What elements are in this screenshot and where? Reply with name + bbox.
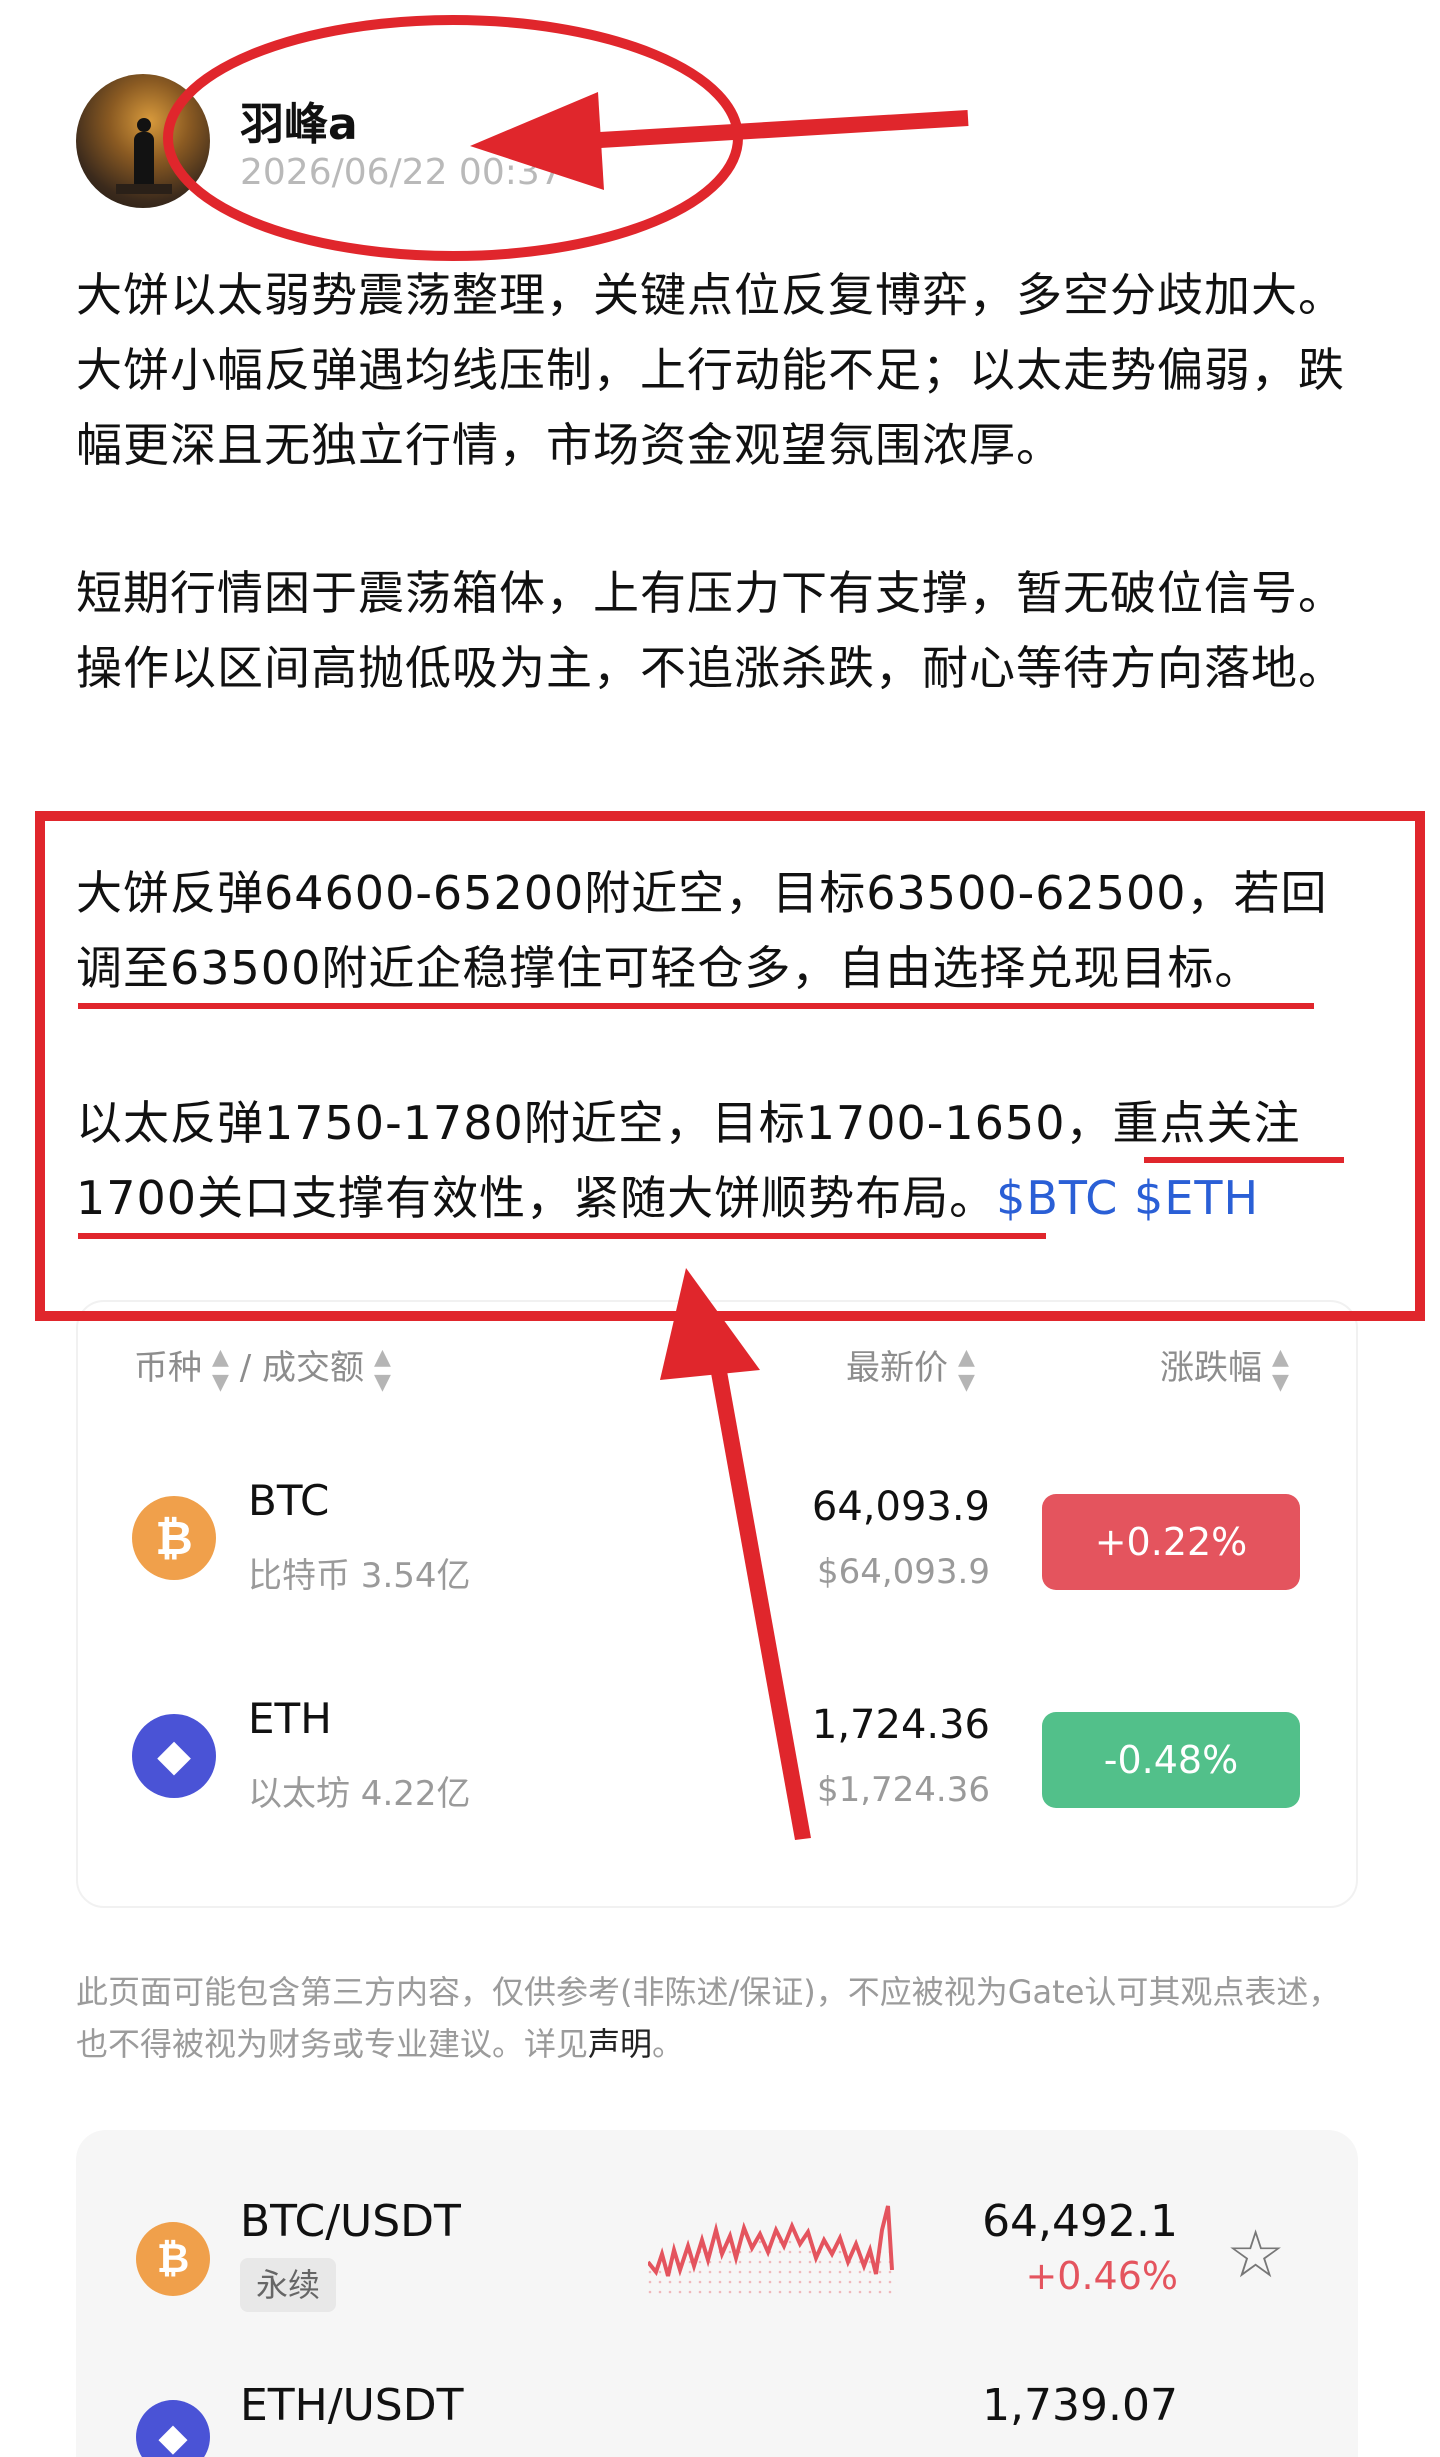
row-symbol: ETH xyxy=(248,1694,332,1743)
avatar[interactable] xyxy=(76,74,210,208)
ticker-price: 1,739.07 xyxy=(982,2380,1178,2431)
post-timestamp: 2026/06/22 00:37 xyxy=(240,152,563,193)
disclaimer-end: 。 xyxy=(652,2025,685,2063)
avatar-figure xyxy=(134,118,154,188)
ticker-pair[interactable]: ETH/USDT xyxy=(240,2380,463,2431)
post-paragraph-1: 大饼以太弱势震荡整理，关键点位反复博弈，多空分歧加大。大饼小幅反弹遇均线压制，上… xyxy=(76,268,1345,472)
disclaimer-text: 此页面可能包含第三方内容，仅供参考(非陈述/保证)，不应被视为Gate认可其观点… xyxy=(76,1973,1341,2063)
eth-icon: ◆ xyxy=(132,1714,216,1798)
perpetual-badge: 永续 xyxy=(240,2258,336,2312)
coin-tags-link[interactable]: $BTC $ETH xyxy=(996,1171,1259,1225)
header-volume: 成交额 xyxy=(262,1348,365,1388)
sort-icon: ▲ ▼ xyxy=(958,1344,975,1395)
row-symbol: BTC xyxy=(248,1476,330,1525)
change-badge[interactable]: +0.22% xyxy=(1042,1494,1300,1590)
post-paragraph-4: 以太反弹1750-1780附近空，目标1700-1650，重点关注1700关口支… xyxy=(76,1086,1366,1236)
header-price: 最新价 xyxy=(846,1348,948,1388)
avatar-pedestal xyxy=(116,184,172,194)
column-header-change[interactable]: 涨跌幅 ▲ ▼ xyxy=(1160,1340,1289,1395)
column-header-price[interactable]: 最新价 ▲ ▼ xyxy=(846,1340,975,1395)
row-price-usd: $64,093.9 xyxy=(816,1552,990,1592)
row-subtitle: 比特币 3.54亿 xyxy=(248,1556,471,1596)
ticker-price: 64,492.1 xyxy=(982,2196,1178,2247)
ticker-change: +0.46% xyxy=(1025,2254,1178,2298)
sort-icon: ▲ ▼ xyxy=(374,1344,391,1395)
sort-icon: ▲ ▼ xyxy=(1272,1344,1289,1395)
header-change: 涨跌幅 xyxy=(1160,1348,1262,1388)
row-price: 64,093.9 xyxy=(811,1484,990,1530)
sort-icon: ▲ ▼ xyxy=(212,1344,229,1395)
change-badge[interactable]: -0.48% xyxy=(1042,1712,1300,1808)
disclaimer-link[interactable]: 声明 xyxy=(588,2025,652,2063)
star-icon[interactable]: ☆ xyxy=(1226,2222,1285,2288)
annotation-arrow-shaft-top xyxy=(599,110,969,148)
btc-icon: ₿ xyxy=(132,1496,216,1580)
post-paragraph-2: 短期行情困于震荡箱体，上有压力下有支撑，暂无破位信号。操作以区间高抛低吸为主，不… xyxy=(76,566,1345,695)
disclaimer: 此页面可能包含第三方内容，仅供参考(非陈述/保证)，不应被视为Gate认可其观点… xyxy=(76,1966,1366,2070)
username[interactable]: 羽峰a xyxy=(240,88,358,152)
row-subtitle: 以太坊 4.22亿 xyxy=(248,1774,471,1814)
btc-icon: ₿ xyxy=(136,2222,210,2296)
ticker-pair[interactable]: BTC/USDT xyxy=(240,2196,461,2247)
row-price: 1,724.36 xyxy=(811,1702,990,1748)
column-header-coin-volume[interactable]: 币种 ▲ ▼ / 成交额 ▲ ▼ xyxy=(134,1340,391,1395)
sparkline-chart xyxy=(648,2205,894,2300)
header-separator: / xyxy=(239,1348,252,1388)
post-paragraph-3: 大饼反弹64600-65200附近空，目标63500-62500，若回调至635… xyxy=(76,866,1328,995)
header-coin: 币种 xyxy=(134,1348,202,1388)
row-price-usd: $1,724.36 xyxy=(816,1770,990,1810)
